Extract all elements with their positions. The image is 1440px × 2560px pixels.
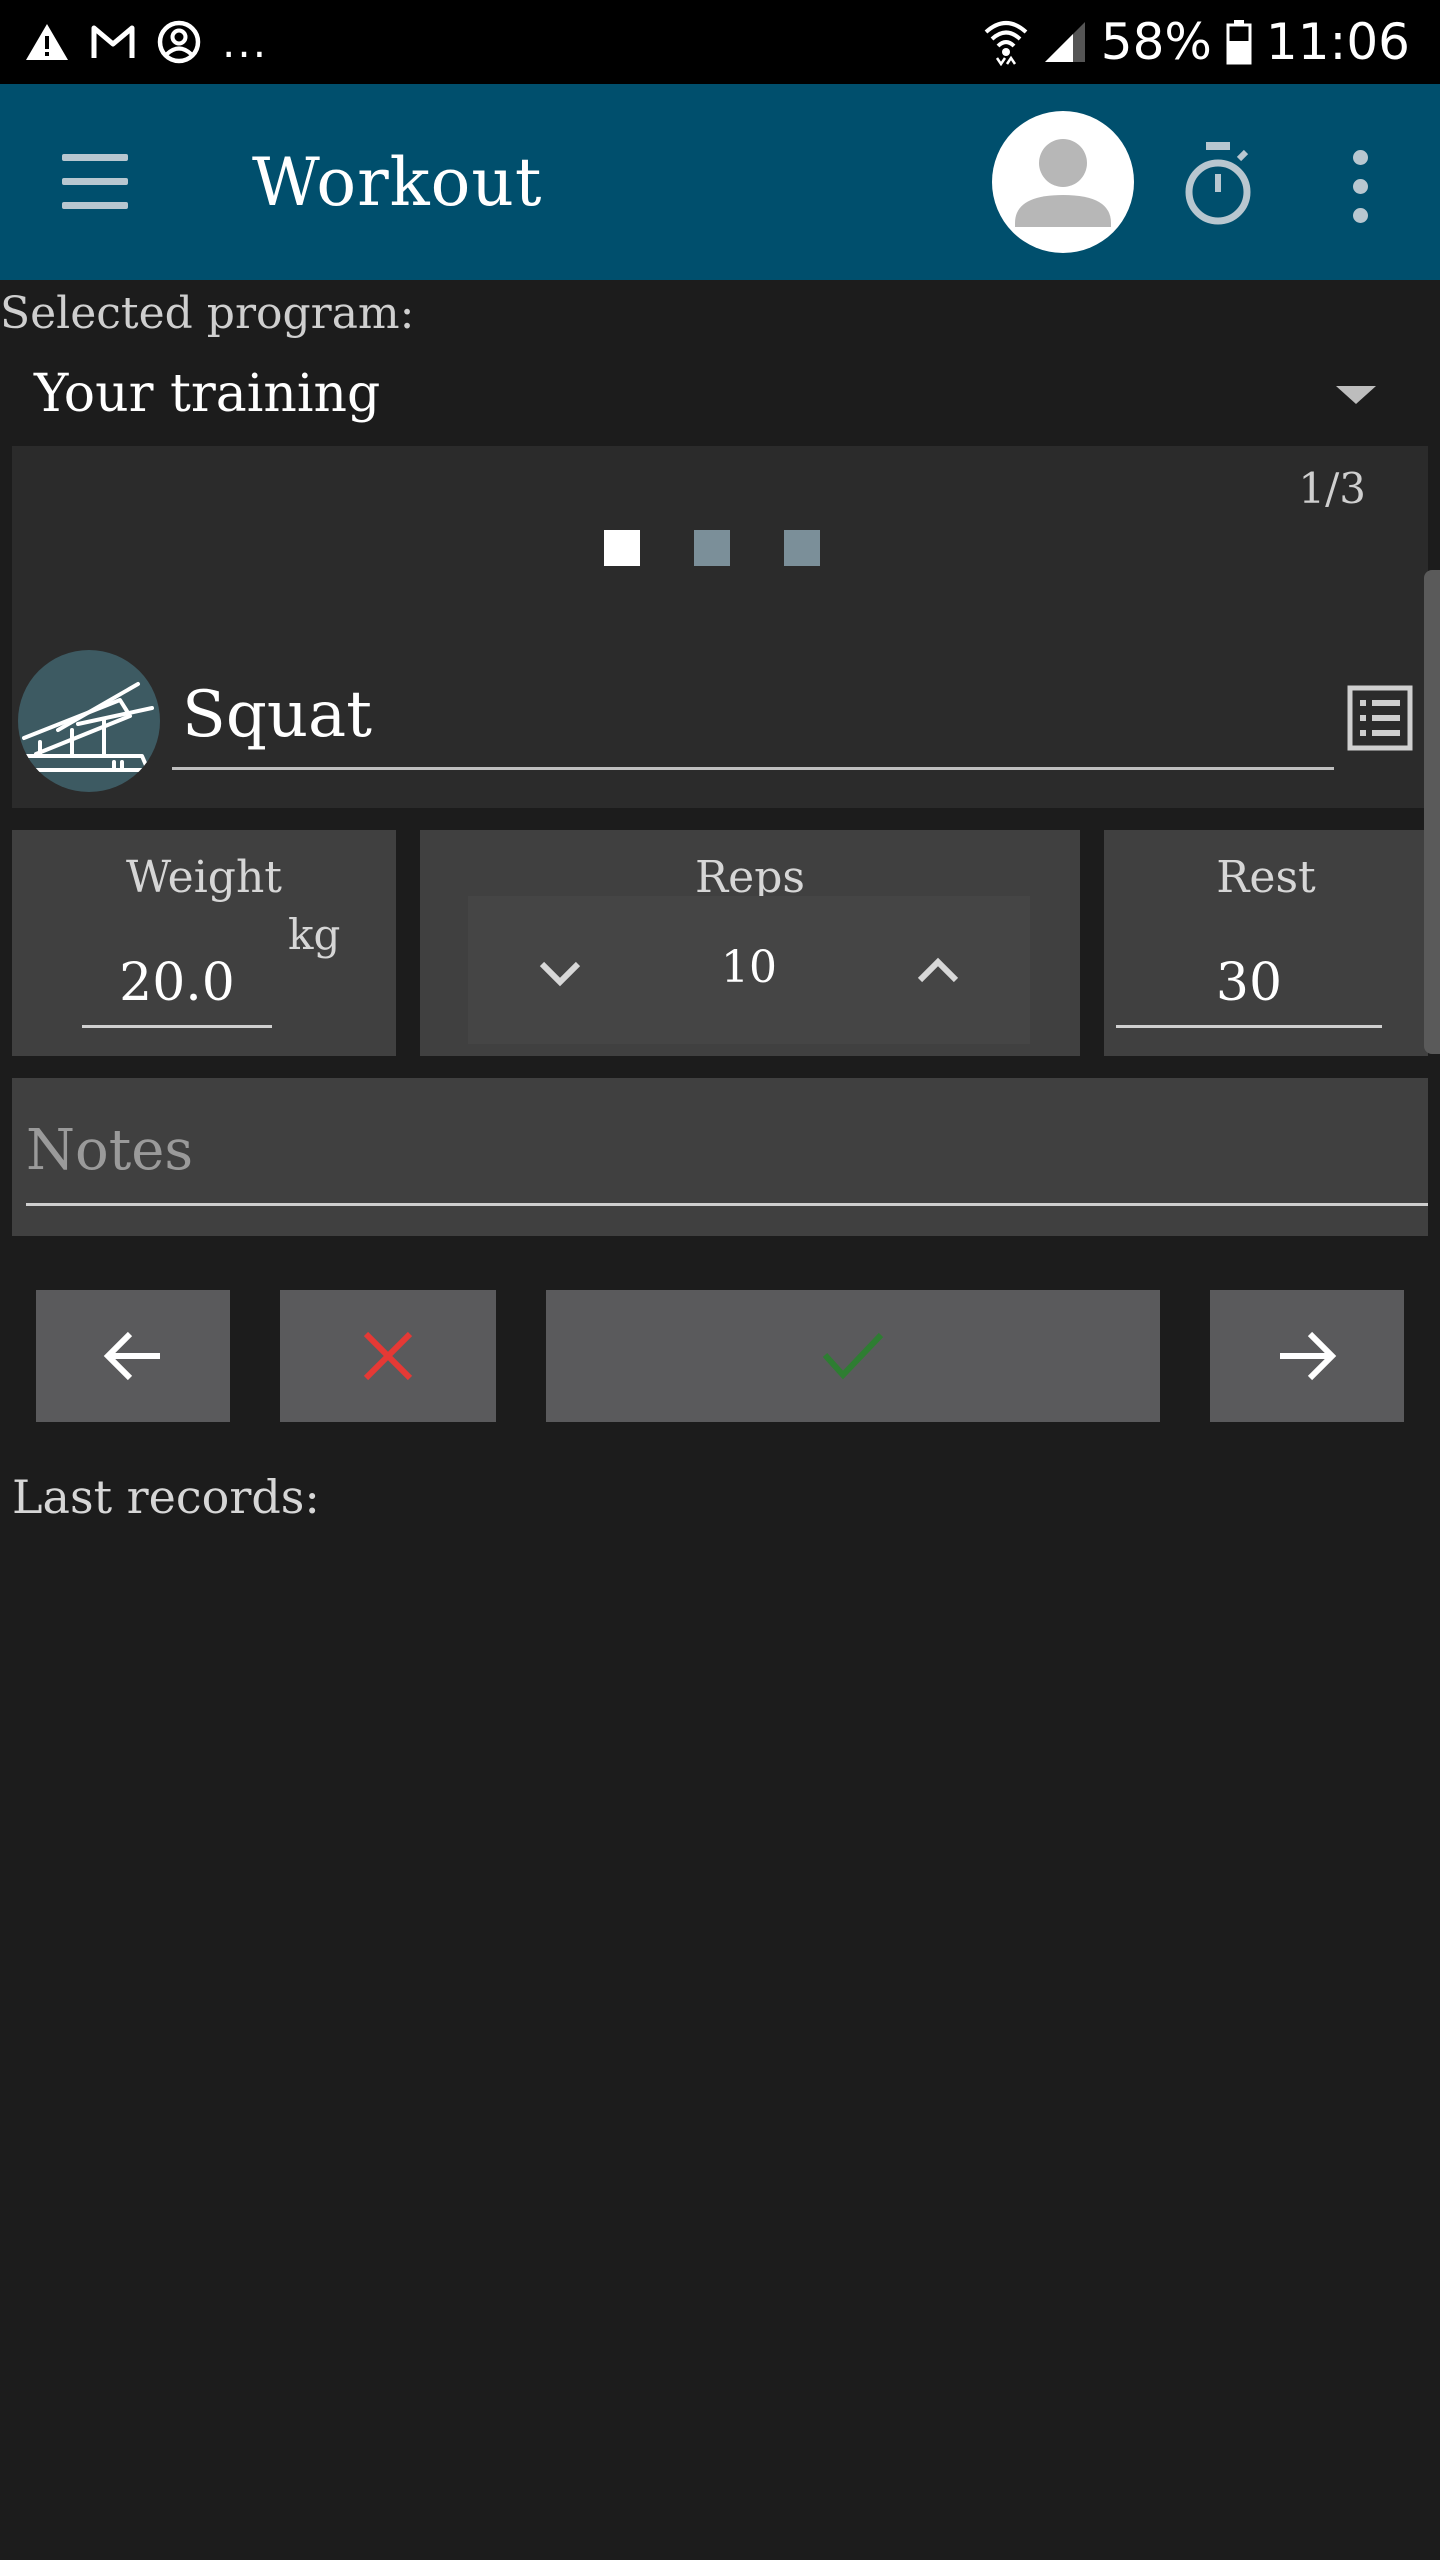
- battery-percent: 58%: [1100, 13, 1212, 71]
- exercise-card: 1/3 Squat: [12, 446, 1428, 808]
- exercise-list-button[interactable]: [1346, 684, 1414, 752]
- program-value: Your training: [34, 364, 381, 424]
- page-dot[interactable]: [784, 530, 820, 566]
- squat-machine-icon: [22, 682, 154, 772]
- notes-placeholder: Notes: [26, 1118, 194, 1183]
- page-indicator: [604, 530, 820, 566]
- rest-panel: Rest 30: [1104, 830, 1428, 1056]
- exercise-counter: 1/3: [1298, 464, 1366, 513]
- more-vert-icon: [1353, 150, 1368, 165]
- next-button[interactable]: [1210, 1290, 1404, 1422]
- status-bar: ... 58% 11:06: [0, 0, 1440, 84]
- close-icon: [363, 1331, 413, 1381]
- page-dot[interactable]: [694, 530, 730, 566]
- gmail-icon: [91, 25, 135, 58]
- warning-icon: [26, 24, 68, 60]
- dropdown-arrow-icon: [1336, 386, 1376, 404]
- reps-stepper: 10: [468, 896, 1030, 1044]
- arrow-left-icon: [103, 1331, 160, 1381]
- wifi-icon: [984, 21, 1028, 66]
- battery-icon: [1226, 20, 1252, 65]
- avatar[interactable]: [992, 111, 1134, 253]
- weight-input[interactable]: 20.0: [82, 940, 272, 1028]
- rest-input[interactable]: 30: [1116, 940, 1382, 1028]
- exercise-name-field[interactable]: Squat: [172, 666, 1334, 770]
- page-title: Workout: [252, 144, 543, 221]
- menu-button[interactable]: [62, 154, 132, 210]
- clock: 11:06: [1265, 13, 1410, 71]
- selected-program-label: Selected program:: [0, 288, 415, 339]
- program-dropdown[interactable]: Your training: [0, 350, 1440, 440]
- weight-value: 20.0: [119, 953, 235, 1013]
- rest-label: Rest: [1216, 852, 1316, 903]
- notes-input[interactable]: Notes: [26, 1102, 1428, 1206]
- list-icon: [1347, 685, 1413, 751]
- rest-value: 30: [1215, 953, 1283, 1013]
- last-records-label: Last records:: [12, 1470, 320, 1524]
- confirm-button[interactable]: [546, 1290, 1160, 1422]
- menu-icon: [62, 154, 128, 161]
- scrollbar[interactable]: [1424, 570, 1440, 1054]
- person-icon: [1015, 139, 1111, 227]
- timer-button[interactable]: [1178, 140, 1258, 230]
- account-circle-icon: [157, 20, 201, 64]
- notes-card: Notes: [12, 1078, 1428, 1236]
- chevron-up-icon: [917, 957, 959, 983]
- weight-unit: kg: [288, 910, 341, 959]
- previous-button[interactable]: [36, 1290, 230, 1422]
- page-dot-active[interactable]: [604, 530, 640, 566]
- stopwatch-icon: [1185, 142, 1251, 225]
- overflow-menu-button[interactable]: [1346, 150, 1376, 224]
- weight-label: Weight: [126, 852, 282, 903]
- signal-icon: [1044, 22, 1085, 62]
- reps-increment-button[interactable]: [898, 932, 978, 1012]
- exercise-name: Squat: [182, 678, 372, 752]
- reps-panel: Reps 10: [420, 830, 1080, 1056]
- check-icon: [822, 1332, 884, 1380]
- app-bar: Workout: [0, 84, 1440, 280]
- more-notifications: ...: [222, 17, 269, 67]
- arrow-right-icon: [1280, 1331, 1337, 1381]
- weight-panel: Weight kg 20.0: [12, 830, 396, 1056]
- cancel-button[interactable]: [280, 1290, 496, 1422]
- exercise-image[interactable]: [18, 650, 160, 792]
